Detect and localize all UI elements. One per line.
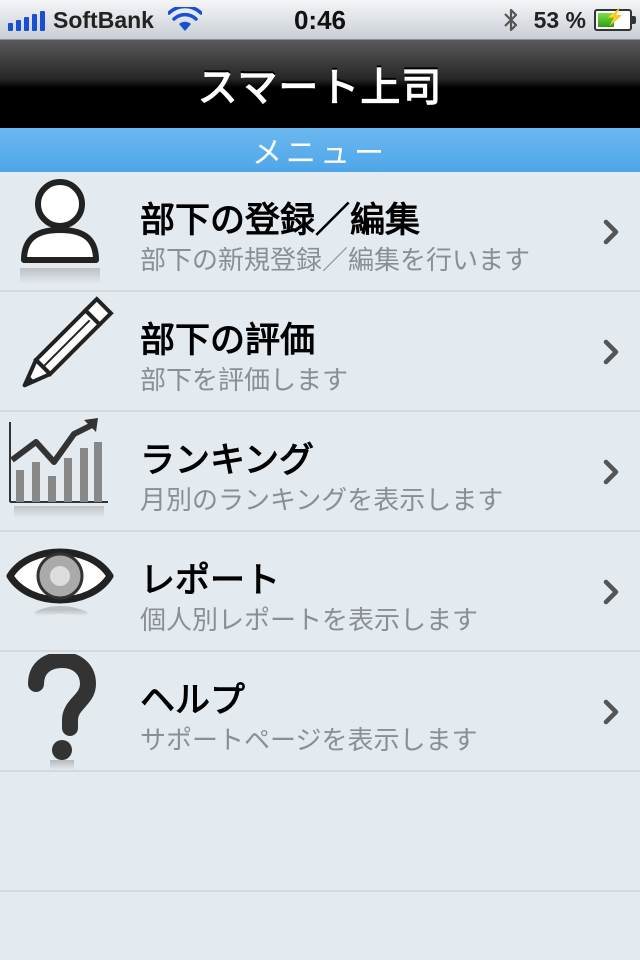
menu-item-subtitle: 個人別レポートを表示します [140, 606, 479, 636]
menu-item-subtitle: 月別のランキングを表示します [140, 486, 504, 516]
menu-item-title: 部下の評価 [140, 321, 316, 361]
menu-item-title: ランキング [140, 441, 314, 481]
menu-item-subtitle: 部下を評価します [140, 366, 349, 396]
person-icon [20, 179, 100, 284]
menu-item-evaluate[interactable]: 部下の評価 部下を評価します [0, 292, 640, 412]
eye-icon [6, 548, 114, 620]
status-right: 53 % ⚡ [502, 6, 636, 34]
menu-item-report[interactable]: レポート 個人別レポートを表示します [0, 532, 640, 652]
list-divider [0, 890, 640, 892]
chevron-right-icon [603, 339, 619, 365]
chevron-right-icon [603, 459, 619, 485]
signal-icon [8, 9, 45, 31]
menu-item-subtitle: 部下の新規登録／編集を行います [140, 246, 531, 276]
battery-icon: ⚡ [594, 9, 636, 31]
bluetooth-icon [503, 8, 517, 32]
menu-list: 部下の登録／編集 部下の新規登録／編集を行います 部下の評価 部下を評価します [0, 172, 640, 772]
chevron-right-icon [603, 219, 619, 245]
menu-item-title: レポート [140, 561, 281, 601]
chart-icon [9, 418, 108, 518]
carrier-label: SoftBank [53, 6, 154, 33]
menu-item-title: 部下の登録／編集 [140, 201, 421, 241]
menu-item-title: ヘルプ [140, 681, 246, 721]
section-header: メニュー [0, 128, 640, 172]
nav-title: スマート上司 [197, 64, 443, 111]
chevron-right-icon [603, 579, 619, 605]
status-bar: SoftBank 0:46 53 % ⚡ [0, 0, 640, 40]
charging-bolt-icon: ⚡ [605, 9, 625, 26]
question-icon [28, 654, 97, 770]
menu-item-register-edit[interactable]: 部下の登録／編集 部下の新規登録／編集を行います [0, 172, 640, 292]
status-left: SoftBank [8, 7, 202, 33]
navigation-bar: スマート上司 [0, 40, 640, 128]
menu-item-subtitle: サポートページを表示します [140, 726, 478, 756]
wifi-icon [167, 7, 202, 31]
section-title: メニュー [252, 136, 388, 171]
chevron-right-icon [603, 699, 619, 725]
battery-percent: 53 % [533, 6, 586, 33]
pencil-icon [22, 296, 114, 388]
menu-item-help[interactable]: ヘルプ サポートページを表示します [0, 652, 640, 772]
menu-item-ranking[interactable]: ランキング 月別のランキングを表示します [0, 412, 640, 532]
